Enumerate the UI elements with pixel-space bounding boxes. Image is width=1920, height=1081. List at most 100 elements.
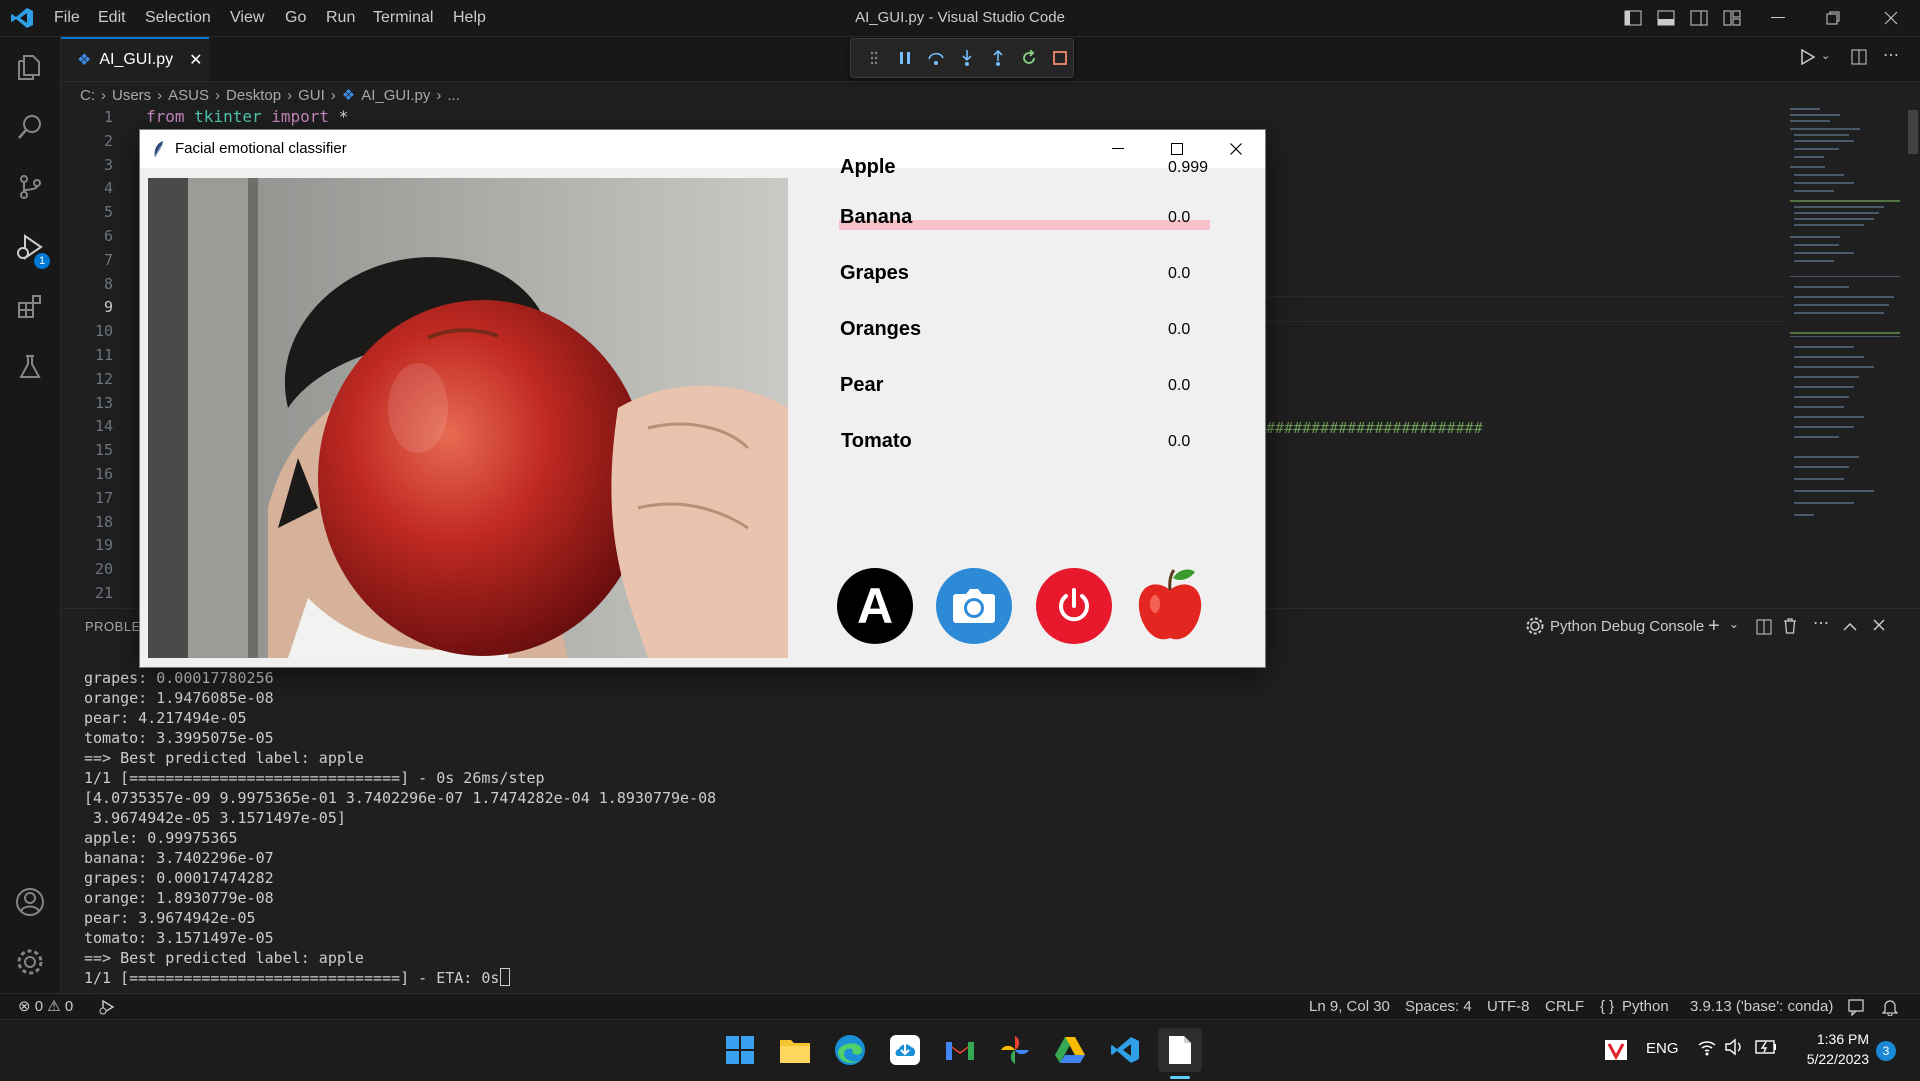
capture-camera-button[interactable]: [936, 568, 1012, 644]
split-editor-icon[interactable]: [1851, 49, 1867, 70]
problems-status[interactable]: ⊗ 0 ⚠ 0: [18, 994, 73, 1020]
terminal-dropdown-chevron-icon[interactable]: ⌄: [1729, 617, 1739, 631]
google-photos-icon[interactable]: [993, 1028, 1037, 1072]
pause-icon[interactable]: [892, 45, 917, 71]
line-number: 2: [103, 131, 113, 150]
close-window-icon[interactable]: [1871, 0, 1911, 36]
accounts-icon[interactable]: [10, 882, 50, 922]
console-line: grapes: 0.00017780256: [84, 669, 274, 687]
editor-scrollbar-thumb[interactable]: [1908, 110, 1918, 154]
line-endings[interactable]: CRLF: [1545, 994, 1584, 1020]
run-dropdown-chevron-icon[interactable]: ⌄: [1821, 49, 1830, 62]
clock-time[interactable]: 1:36 PM: [1795, 1031, 1869, 1047]
classifier-app-window: Facial emotional classifier Apple 0.999 …: [140, 130, 1265, 667]
notification-count-badge[interactable]: 3: [1876, 1041, 1896, 1061]
line-number: 9: [103, 298, 113, 317]
breadcrumb-gui[interactable]: GUI: [298, 87, 325, 104]
maximize-panel-chevron-icon[interactable]: [1843, 619, 1857, 637]
split-terminal-icon[interactable]: [1756, 619, 1772, 640]
module-tkinter: tkinter: [194, 107, 262, 126]
search-icon[interactable]: [10, 107, 50, 147]
minimap[interactable]: [1786, 106, 1906, 526]
more-actions-icon[interactable]: ⋯: [1883, 45, 1899, 65]
file-explorer-icon[interactable]: [773, 1028, 817, 1072]
source-control-icon[interactable]: [10, 167, 50, 207]
code-comment-hashes: ########################: [1266, 419, 1483, 437]
terminal-selector[interactable]: Python Debug Console: [1526, 617, 1704, 635]
minimize-window-icon[interactable]: [1758, 0, 1798, 36]
menu-edit[interactable]: Edit: [98, 0, 126, 36]
step-into-icon[interactable]: [954, 45, 979, 71]
restart-icon[interactable]: [1017, 45, 1042, 71]
clock-date[interactable]: 5/22/2023: [1787, 1051, 1869, 1067]
menu-run[interactable]: Run: [326, 0, 355, 36]
panel-more-actions-icon[interactable]: ⋯: [1813, 613, 1829, 633]
menu-view[interactable]: View: [230, 0, 264, 36]
python-file-icon: ❖: [77, 52, 92, 69]
app-title-bar[interactable]: Facial emotional classifier: [140, 130, 1265, 168]
breadcrumb-more[interactable]: ...: [447, 87, 460, 104]
warning-icon: ⚠: [47, 998, 61, 1015]
menu-go[interactable]: Go: [285, 0, 306, 36]
wifi-icon[interactable]: [1697, 1038, 1717, 1061]
menu-file[interactable]: File: [54, 0, 80, 36]
language-indicator[interactable]: ENG: [1646, 1040, 1679, 1057]
google-drive-icon[interactable]: [1048, 1028, 1092, 1072]
debug-status-icon[interactable]: [98, 994, 116, 1020]
customize-layout-icon[interactable]: [1712, 0, 1752, 36]
app-minimize-icon[interactable]: [1089, 130, 1147, 168]
notepad-icon[interactable]: [1158, 1028, 1202, 1072]
onedrive-store-icon[interactable]: [883, 1028, 927, 1072]
breadcrumb-file[interactable]: AI_GUI.py: [361, 87, 430, 104]
notifications-bell-icon[interactable]: [1881, 994, 1899, 1020]
feedback-icon[interactable]: [1847, 994, 1865, 1020]
label-apple: Apple: [840, 156, 896, 178]
drag-handle-icon[interactable]: [861, 45, 886, 71]
vscode-taskbar-icon[interactable]: [1103, 1028, 1147, 1072]
code-line-1[interactable]: from tkinter import *: [146, 107, 348, 126]
battery-icon[interactable]: [1755, 1040, 1777, 1059]
run-python-file-icon[interactable]: [1801, 48, 1816, 70]
power-quit-button[interactable]: [1036, 568, 1112, 644]
tray-app-icon[interactable]: [1605, 1040, 1627, 1061]
line-number: 5: [103, 203, 113, 222]
python-interpreter[interactable]: 3.9.13 ('base': conda): [1690, 994, 1833, 1020]
step-over-icon[interactable]: [923, 45, 948, 71]
menu-terminal[interactable]: Terminal: [373, 0, 433, 36]
indentation[interactable]: Spaces: 4: [1405, 994, 1472, 1020]
run-and-debug-icon[interactable]: 1: [10, 227, 50, 269]
gmail-icon[interactable]: [938, 1028, 982, 1072]
breadcrumb-users[interactable]: Users: [112, 87, 151, 104]
settings-gear-icon[interactable]: [10, 942, 50, 982]
kill-terminal-trash-icon[interactable]: [1783, 618, 1797, 639]
new-terminal-plus-icon[interactable]: +: [1708, 615, 1720, 638]
breadcrumb-drive[interactable]: C:: [80, 87, 95, 104]
close-tab-icon[interactable]: ✕: [189, 50, 202, 70]
explorer-icon[interactable]: [10, 47, 50, 87]
restore-window-icon[interactable]: [1813, 0, 1853, 36]
breadcrumb-asus[interactable]: ASUS: [168, 87, 209, 104]
stop-icon[interactable]: [1048, 45, 1073, 71]
menu-help[interactable]: Help: [453, 0, 486, 36]
auto-mode-button[interactable]: A: [837, 568, 913, 644]
menu-selection[interactable]: Selection: [145, 0, 211, 36]
app-close-icon[interactable]: [1207, 130, 1265, 168]
line-number: 12: [94, 369, 113, 388]
encoding[interactable]: UTF-8: [1487, 994, 1530, 1020]
cursor-position[interactable]: Ln 9, Col 30: [1309, 994, 1390, 1020]
extensions-icon[interactable]: [10, 287, 50, 327]
breadcrumb-desktop[interactable]: Desktop: [226, 87, 281, 104]
debug-console-output[interactable]: grapes: 0.00017780256 orange: 1.9476085e-…: [84, 668, 716, 988]
error-icon: ⊗: [18, 998, 31, 1015]
value-oranges: 0.0: [1168, 321, 1191, 338]
testing-flask-icon[interactable]: [10, 347, 50, 387]
line-number: 11: [94, 345, 113, 364]
volume-icon[interactable]: [1724, 1038, 1744, 1061]
step-out-icon[interactable]: [986, 45, 1011, 71]
language-mode[interactable]: Python: [1622, 994, 1669, 1020]
edge-browser-icon[interactable]: [828, 1028, 872, 1072]
windows-start-icon[interactable]: [718, 1028, 762, 1072]
value-grapes: 0.0: [1168, 265, 1191, 282]
tab-ai-gui-py[interactable]: ❖ AI_GUI.py ✕: [61, 37, 209, 81]
close-panel-icon[interactable]: [1873, 618, 1885, 636]
